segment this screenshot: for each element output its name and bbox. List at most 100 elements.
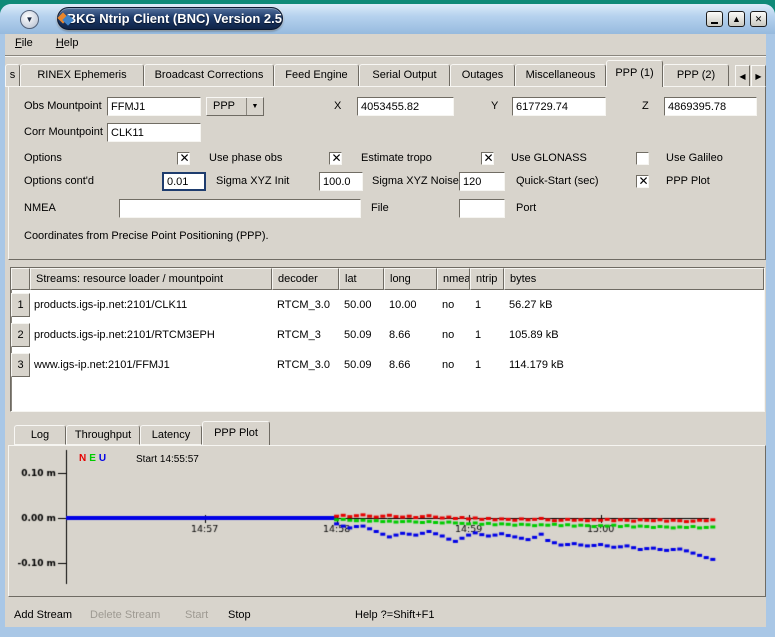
- cell-decoder: RTCM_3: [272, 329, 339, 341]
- window-menu-button[interactable]: ▼: [20, 10, 39, 29]
- tab-latency[interactable]: Latency: [140, 425, 202, 445]
- tab-rinex-observations[interactable]: s: [5, 64, 20, 87]
- output-tabbar: Log Throughput Latency PPP Plot: [5, 420, 766, 445]
- tab-broadcast-corrections[interactable]: Broadcast Corrections: [144, 64, 274, 87]
- sigma-xyz-init-label: Sigma XYZ Init: [216, 172, 289, 191]
- quick-start-field[interactable]: [459, 172, 505, 191]
- column-header-ntrip[interactable]: ntrip: [470, 268, 504, 290]
- cell-long: 10.00: [384, 299, 437, 311]
- table-row[interactable]: 1 products.igs-ip.net:2101/CLK11 RTCM_3.…: [11, 290, 764, 320]
- titlebar: ▼ BKG Ntrip Client (BNC) Version 2.5 ▲ ✕: [0, 4, 775, 34]
- obs-mountpoint-field[interactable]: [107, 97, 201, 116]
- menu-file[interactable]: File: [5, 34, 43, 55]
- sigma-xyz-noise-label: Sigma XYZ Noise: [372, 172, 459, 191]
- tab-throughput[interactable]: Throughput: [66, 425, 140, 445]
- ppp-plot-checkbox[interactable]: [636, 175, 649, 188]
- tab-miscellaneous[interactable]: Miscellaneous: [515, 64, 606, 87]
- z-coordinate-field[interactable]: [664, 97, 757, 116]
- delete-stream-button[interactable]: Delete Stream: [90, 607, 160, 623]
- use-glonass-checkbox[interactable]: [481, 152, 494, 165]
- mode-combobox[interactable]: PPP ▼: [206, 97, 264, 116]
- column-header-nmea[interactable]: nmea: [437, 268, 470, 290]
- cell-ntrip: 1: [470, 329, 504, 341]
- app-window: ▼ BKG Ntrip Client (BNC) Version 2.5 ▲ ✕…: [0, 4, 775, 637]
- tab-log[interactable]: Log: [14, 425, 66, 445]
- title-pill: BKG Ntrip Client (BNC) Version 2.5: [57, 7, 283, 30]
- obs-mountpoint-label: Obs Mountpoint: [24, 97, 102, 116]
- legend-north: N: [79, 453, 87, 464]
- tab-scroll-left-button[interactable]: ◀: [735, 65, 750, 87]
- stop-button[interactable]: Stop: [228, 607, 251, 623]
- cell-lat: 50.00: [339, 299, 384, 311]
- corr-mountpoint-label: Corr Mountpoint: [24, 123, 103, 142]
- nmea-file-field[interactable]: [119, 199, 361, 218]
- panel-hint-text: Coordinates from Precise Point Positioni…: [24, 227, 269, 246]
- tab-ppp-plot[interactable]: PPP Plot: [202, 421, 270, 445]
- table-row[interactable]: 3 www.igs-ip.net:2101/FFMJ1 RTCM_3.0 50.…: [11, 350, 764, 380]
- column-header-lat[interactable]: lat: [339, 268, 384, 290]
- scroll-left-icon: ◀: [739, 72, 745, 81]
- window-content: File Help s RINEX Ephemeris Broadcast Co…: [5, 34, 766, 627]
- cell-bytes: 56.27 kB: [504, 299, 764, 311]
- column-header-bytes[interactable]: bytes: [504, 268, 764, 290]
- cell-mountpoint: www.igs-ip.net:2101/FFMJ1: [30, 359, 272, 371]
- table-corner-button[interactable]: [11, 268, 30, 290]
- nmea-port-field[interactable]: [459, 199, 505, 218]
- y-coordinate-field[interactable]: [512, 97, 606, 116]
- use-glonass-label: Use GLONASS: [511, 149, 587, 168]
- cell-decoder: RTCM_3.0: [272, 359, 339, 371]
- menu-help[interactable]: Help: [46, 34, 89, 55]
- minimize-button[interactable]: [706, 11, 723, 27]
- tab-scroll-buttons: ◀ ▶: [735, 65, 766, 87]
- minimize-icon: [711, 22, 718, 24]
- use-phase-obs-checkbox[interactable]: [177, 152, 190, 165]
- tab-ppp-2[interactable]: PPP (2): [663, 64, 729, 87]
- column-header-mountpoint[interactable]: Streams: resource loader / mountpoint: [30, 268, 272, 290]
- row-header-2[interactable]: 2: [11, 323, 30, 347]
- y-label: Y: [491, 97, 498, 116]
- nmea-file-label: File: [371, 199, 389, 218]
- x-coordinate-field[interactable]: [357, 97, 454, 116]
- corr-mountpoint-field[interactable]: [107, 123, 201, 142]
- tab-ppp-1[interactable]: PPP (1): [606, 60, 663, 87]
- sigma-xyz-init-field[interactable]: [162, 172, 206, 191]
- estimate-tropo-checkbox[interactable]: [329, 152, 342, 165]
- tab-rinex-ephemeris[interactable]: RINEX Ephemeris: [20, 64, 144, 87]
- cell-lat: 50.09: [339, 329, 384, 341]
- nmea-port-label: Port: [516, 199, 536, 218]
- column-header-decoder[interactable]: decoder: [272, 268, 339, 290]
- add-stream-button[interactable]: Add Stream: [14, 607, 72, 623]
- cell-ntrip: 1: [470, 359, 504, 371]
- tab-scroll-right-button[interactable]: ▶: [751, 65, 766, 87]
- app-icon: [58, 12, 60, 25]
- nmea-label: NMEA: [24, 199, 56, 218]
- cell-nmea: no: [437, 359, 470, 371]
- column-header-long[interactable]: long: [384, 268, 437, 290]
- cell-lat: 50.09: [339, 359, 384, 371]
- window-controls: ▲ ✕: [706, 11, 767, 27]
- config-tabbar: s RINEX Ephemeris Broadcast Corrections …: [5, 59, 766, 87]
- tab-serial-output[interactable]: Serial Output: [359, 64, 450, 87]
- options-label: Options: [24, 149, 62, 168]
- sigma-xyz-noise-field[interactable]: [319, 172, 363, 191]
- z-label: Z: [642, 97, 649, 116]
- quick-start-label: Quick-Start (sec): [516, 172, 599, 191]
- use-galileo-checkbox[interactable]: [636, 152, 649, 165]
- tab-feed-engine[interactable]: Feed Engine: [274, 64, 359, 87]
- maximize-icon: ▲: [732, 14, 741, 24]
- use-galileo-label: Use Galileo: [666, 149, 723, 168]
- cell-ntrip: 1: [470, 299, 504, 311]
- plot-legend: NEU: [79, 453, 109, 464]
- cell-nmea: no: [437, 329, 470, 341]
- options-contd-label: Options cont'd: [24, 172, 94, 191]
- menubar: File Help: [5, 34, 766, 55]
- ppp1-panel: Obs Mountpoint PPP ▼ X Y Z Corr Mountpoi…: [8, 86, 766, 260]
- table-row[interactable]: 2 products.igs-ip.net:2101/RTCM3EPH RTCM…: [11, 320, 764, 350]
- start-button[interactable]: Start: [185, 607, 208, 623]
- tab-outages[interactable]: Outages: [450, 64, 515, 87]
- row-header-3[interactable]: 3: [11, 353, 30, 377]
- close-button[interactable]: ✕: [750, 11, 767, 27]
- legend-up: U: [99, 453, 107, 464]
- row-header-1[interactable]: 1: [11, 293, 30, 317]
- maximize-button[interactable]: ▲: [728, 11, 745, 27]
